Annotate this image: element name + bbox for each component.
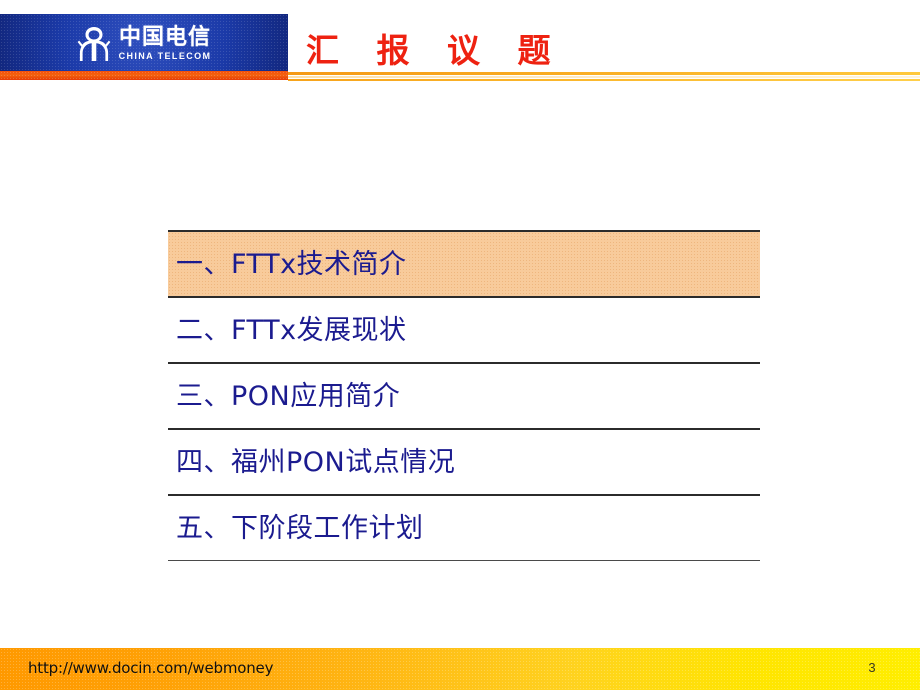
agenda-item-2[interactable]: 二、FTTx发展现状 [168, 298, 760, 362]
agenda-item-label: 四、福州PON试点情况 [176, 446, 456, 478]
agenda-item-1[interactable]: 一、FTTx技术简介 [168, 232, 760, 296]
page-number: 3 [868, 660, 876, 675]
accent-bar-right-segment [288, 71, 920, 84]
logo-chinese-name: 中国电信 [118, 25, 211, 50]
footer-url-link[interactable]: http://www.docin.com/webmoney [28, 659, 273, 677]
agenda-item-label: 一、FTTx技术简介 [176, 248, 407, 280]
accent-bar-left-segment [0, 71, 288, 80]
agenda-item-label: 二、FTTx发展现状 [176, 314, 407, 346]
logo-english-name: CHINA TELECOM [118, 51, 212, 61]
china-telecom-logo-icon [77, 26, 110, 61]
header-accent-bar [0, 71, 920, 84]
accent-line-top [288, 72, 920, 75]
agenda-item-5[interactable]: 五、下阶段工作计划 [168, 496, 760, 560]
accent-line-bottom [288, 79, 920, 81]
slide-header: 中国电信 CHINA TELECOM 汇 报 议 题 [0, 14, 920, 72]
agenda-item-4[interactable]: 四、福州PON试点情况 [168, 430, 760, 494]
slide-canvas: 中国电信 CHINA TELECOM 汇 报 议 题 一、FTTx技术简介 二、… [0, 0, 920, 690]
agenda-list: 一、FTTx技术简介 二、FTTx发展现状 三、PON应用简介 四、福州PON试… [168, 230, 760, 561]
agenda-item-label: 三、PON应用简介 [176, 380, 401, 412]
logo-content: 中国电信 CHINA TELECOM [0, 14, 288, 72]
page-title: 汇 报 议 题 [306, 31, 564, 70]
agenda-item-3[interactable]: 三、PON应用简介 [168, 364, 760, 428]
logo-wordmark: 中国电信 CHINA TELECOM [119, 27, 212, 61]
slide-footer: http://www.docin.com/webmoney 3 [0, 648, 920, 690]
agenda-item-label: 五、下阶段工作计划 [176, 512, 424, 544]
agenda-divider [168, 560, 760, 561]
accent-line-middle [288, 76, 920, 78]
china-telecom-logo-block: 中国电信 CHINA TELECOM [0, 14, 288, 72]
